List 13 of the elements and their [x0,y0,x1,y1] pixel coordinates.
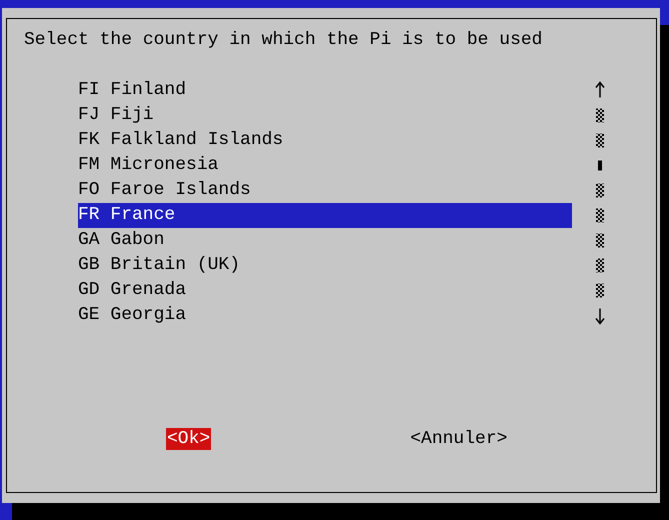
country-list-item[interactable]: GE Georgia [78,303,572,328]
ok-button[interactable]: <Ok> [166,428,212,450]
country-list-item[interactable]: FO Faroe Islands [78,178,572,203]
cancel-button[interactable]: <Annuler> [409,428,508,450]
country-list-item[interactable]: FJ Fiji [78,103,572,128]
country-list-item[interactable]: FM Micronesia [78,153,572,178]
country-list-item[interactable]: FI Finland [78,78,572,103]
country-list-item[interactable]: GB Britain (UK) [78,253,572,278]
country-list-item[interactable]: GA Gabon [78,228,572,253]
country-list-item[interactable]: FK Falkland Islands [78,128,572,153]
country-list-item[interactable]: FR France [78,203,572,228]
dialog-prompt: Select the country in which the Pi is to be used [24,30,542,50]
country-list-item[interactable]: GD Grenada [78,278,572,303]
